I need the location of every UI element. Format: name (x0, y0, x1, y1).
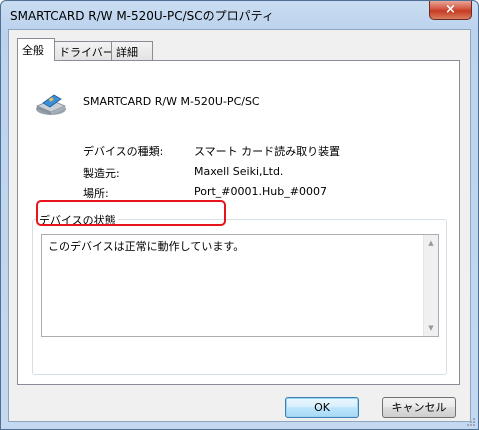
property-value: スマート カード読み取り装置 (194, 145, 341, 158)
property-row: デバイスの種類: スマート カード読み取り装置 (83, 143, 340, 159)
device-status-textbox[interactable]: このデバイスは正常に動作しています。 ▲ ▼ (41, 234, 439, 337)
window-title: SMARTCARD R/W M-520U-PC/SCのプロパティ (10, 9, 274, 23)
device-status-text: このデバイスは正常に動作しています。 (48, 240, 245, 253)
resize-grip-icon[interactable] (466, 417, 476, 427)
smartcard-reader-icon (35, 94, 67, 115)
tab-details[interactable]: 詳細 (111, 41, 153, 60)
status-scrollbar[interactable]: ▲ ▼ (423, 235, 438, 336)
property-row: 製造元: Maxell Seiki,Ltd. (83, 165, 283, 181)
property-label: デバイスの種類: (83, 145, 164, 158)
property-value: Port_#0001.Hub_#0007 (194, 185, 327, 198)
property-row: 場所: Port_#0001.Hub_#0007 (83, 185, 327, 201)
ok-button[interactable]: OK (285, 397, 359, 418)
title-bar[interactable]: SMARTCARD R/W M-520U-PC/SCのプロパティ × (1, 1, 478, 29)
tab-driver[interactable]: ドライバー (54, 41, 114, 60)
tab-strip: 全般 ドライバー 詳細 (17, 38, 317, 61)
property-value: Maxell Seiki,Ltd. (194, 165, 284, 178)
property-label: 製造元: (83, 167, 120, 180)
device-name: SMARTCARD R/W M-520U-PC/SC (83, 95, 260, 108)
close-button[interactable]: × (429, 1, 472, 20)
close-icon: × (445, 2, 456, 17)
cancel-button[interactable]: キャンセル (382, 397, 456, 418)
property-label: 場所: (83, 187, 109, 200)
tab-general[interactable]: 全般 (17, 38, 55, 61)
status-highlight-annotation (36, 200, 226, 226)
scroll-up-icon[interactable]: ▲ (426, 238, 436, 248)
scroll-down-icon[interactable]: ▼ (426, 323, 436, 333)
device-status-group: デバイスの状態 このデバイスは正常に動作しています。 ▲ ▼ (32, 212, 447, 375)
